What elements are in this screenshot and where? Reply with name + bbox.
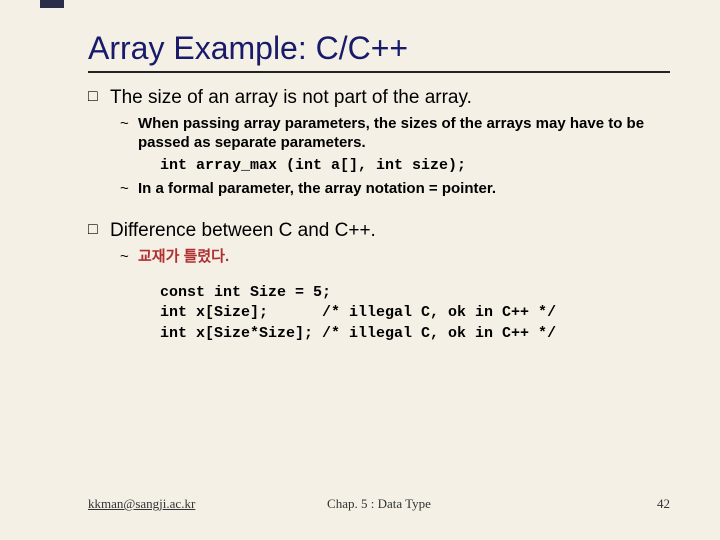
- bullet-level2: 교재가 틀렸다.: [120, 248, 670, 267]
- footer-chapter: Chap. 5 : Data Type: [327, 496, 431, 512]
- slide: Array Example: C/C++ The size of an arra…: [0, 0, 720, 540]
- top-tab-decoration: [40, 0, 64, 8]
- footer-email: kkman@sangji.ac.kr: [88, 496, 195, 512]
- bullet-level2: In a formal parameter, the array notatio…: [120, 180, 670, 199]
- bullet-text: The size of an array is not part of the …: [110, 87, 472, 108]
- footer: kkman@sangji.ac.kr Chap. 5 : Data Type 4…: [88, 496, 670, 512]
- bullet-level1: Difference between C and C++.: [88, 220, 670, 242]
- code-block: const int Size = 5; int x[Size]; /* ille…: [160, 283, 670, 344]
- footer-page-number: 42: [657, 496, 670, 512]
- bullet-text: Difference between C and C++.: [110, 220, 376, 241]
- bullet-text: 교재가 틀렸다.: [138, 248, 229, 265]
- bullet-text: In a formal parameter, the array notatio…: [138, 180, 496, 197]
- title-underline: [88, 71, 670, 73]
- slide-title: Array Example: C/C++: [88, 30, 670, 67]
- bullet-level1: The size of an array is not part of the …: [88, 87, 670, 109]
- bullet-text: When passing array parameters, the sizes…: [138, 115, 644, 151]
- code-line: int array_max (int a[], int size);: [160, 157, 670, 174]
- bullet-level2: When passing array parameters, the sizes…: [120, 115, 670, 153]
